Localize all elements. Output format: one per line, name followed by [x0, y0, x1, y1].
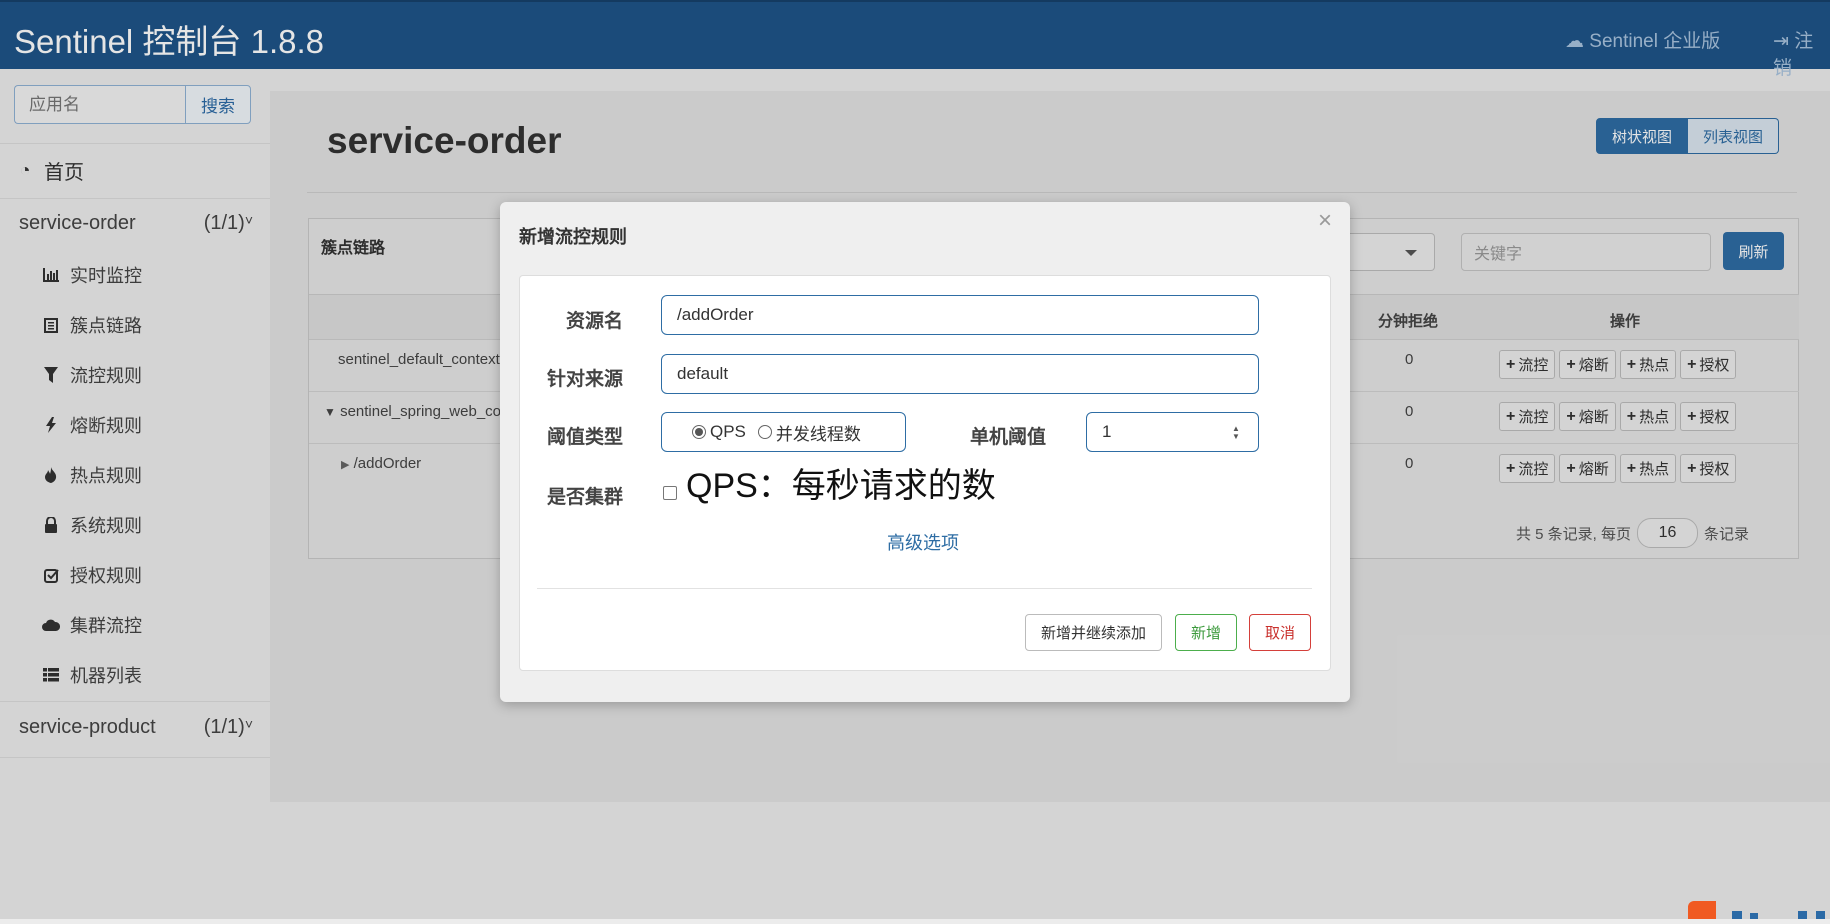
threshold-type-group: QPS 并发线程数: [661, 412, 906, 452]
thread-count-radio[interactable]: [757, 425, 772, 439]
qps-radio-label[interactable]: QPS: [710, 422, 746, 442]
qps-radio[interactable]: [692, 425, 706, 439]
dialog-title: 新增流控规则: [519, 227, 627, 247]
limit-origin-input[interactable]: default: [661, 354, 1259, 394]
threshold-type-label: 阈值类型: [547, 427, 624, 448]
close-icon[interactable]: ×: [1318, 207, 1332, 235]
cluster-mode-checkbox[interactable]: [663, 486, 677, 500]
resource-name-input[interactable]: /addOrder: [661, 295, 1259, 335]
resource-label: 资源名: [566, 311, 624, 332]
threshold-count-input[interactable]: 1 ▲ ▼: [1086, 412, 1259, 452]
threshold-label: 单机阈值: [970, 427, 1047, 448]
thread-count-radio-label[interactable]: 并发线程数: [776, 420, 861, 445]
qps-annotation: QPS：每秒请求的数: [686, 467, 996, 505]
corner-watermark: [1688, 901, 1830, 919]
add-button[interactable]: 新增: [1175, 614, 1237, 651]
spinner-arrows-icon[interactable]: ▲ ▼: [1232, 425, 1240, 441]
advanced-options-link[interactable]: 高级选项: [887, 529, 959, 555]
cluster-mode-label: 是否集群: [547, 487, 624, 508]
origin-label: 针对来源: [547, 369, 624, 390]
threshold-count-value: 1: [1102, 422, 1112, 441]
add-and-continue-button[interactable]: 新增并继续添加: [1025, 614, 1162, 651]
cancel-button[interactable]: 取消: [1249, 614, 1311, 651]
dialog-divider: [537, 588, 1312, 589]
